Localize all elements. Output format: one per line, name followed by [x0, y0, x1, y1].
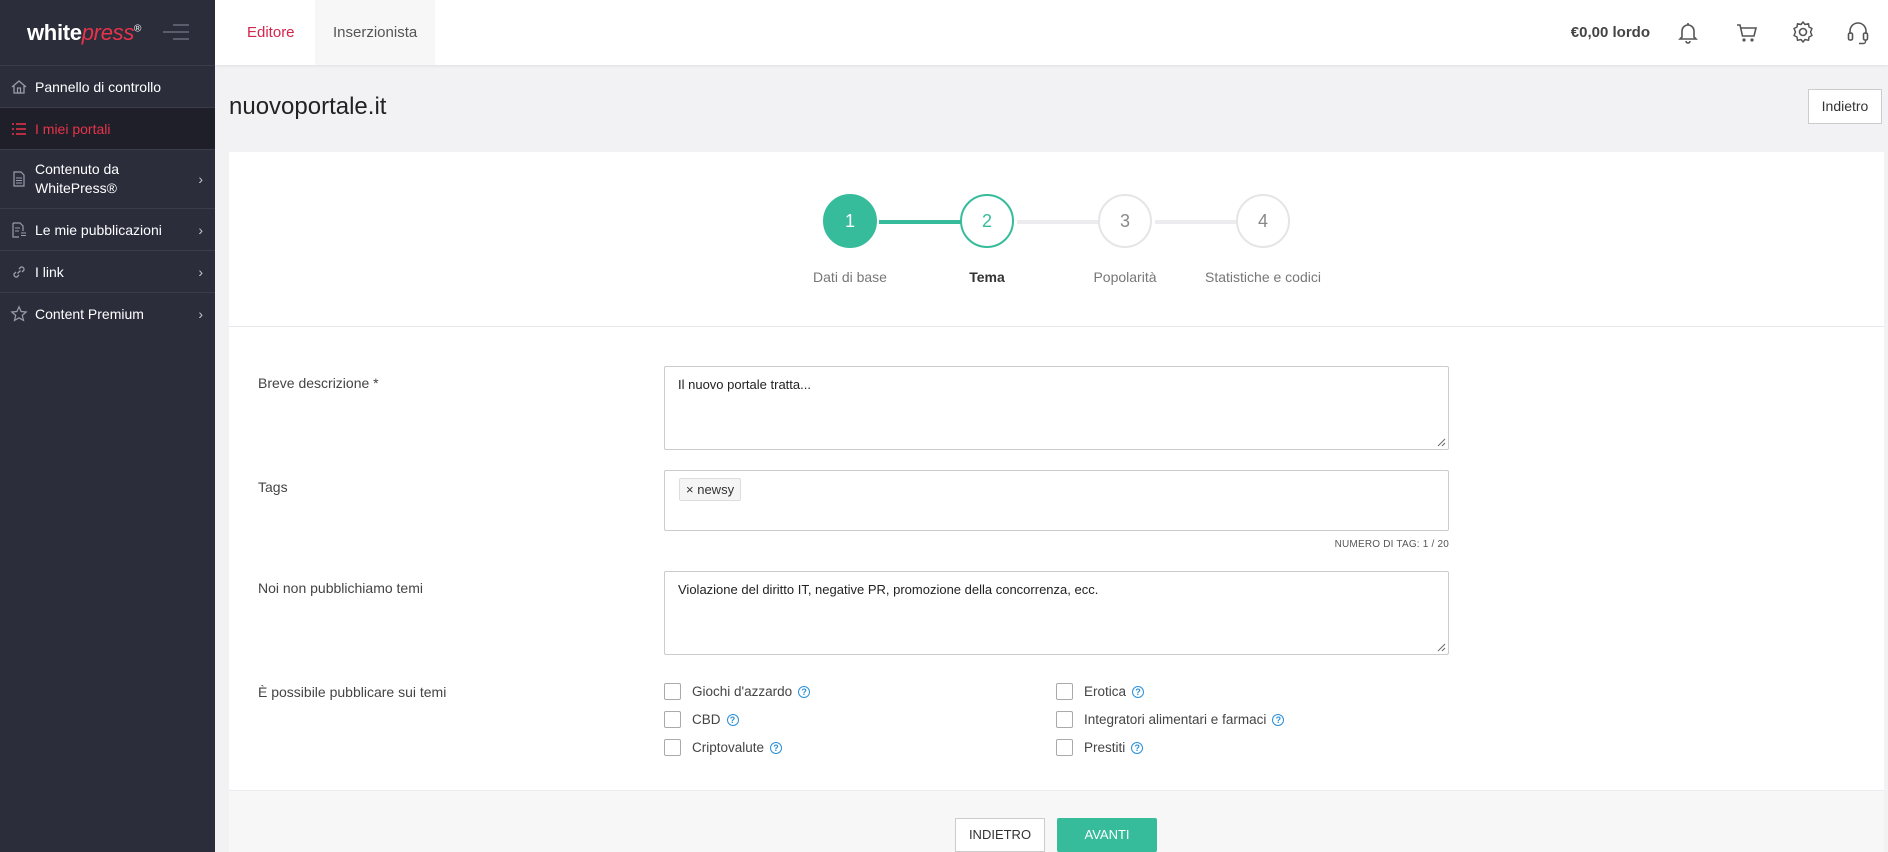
bell-icon[interactable] [1674, 18, 1702, 46]
description-label: Breve descrizione * [258, 375, 379, 391]
option-cbd[interactable]: CBD ? [664, 711, 739, 728]
tag-chip[interactable]: × newsy [679, 478, 742, 501]
resize-grip-icon[interactable] [1436, 642, 1446, 652]
option-crypto[interactable]: Criptovalute ? [664, 739, 783, 756]
remove-tag-icon[interactable]: × [686, 482, 694, 497]
sidebar-item-my-portals[interactable]: I miei portali [0, 107, 215, 149]
logo-bar: whitepress® [0, 0, 215, 65]
description-value: Il nuovo portale tratta... [678, 377, 811, 392]
option-label: Integratori alimentari e farmaci [1084, 712, 1267, 727]
checkbox[interactable] [1056, 683, 1073, 700]
resize-grip-icon[interactable] [1436, 437, 1446, 447]
tag-counter: NUMERO DI TAG: 1 / 20 [1334, 539, 1449, 550]
option-label: Criptovalute [692, 740, 765, 755]
tag-chip-label: newsy [697, 482, 735, 497]
chevron-right-icon: › [198, 221, 203, 238]
tab-editore[interactable]: Editore [229, 0, 313, 65]
sidebar-item-label: I miei portali [35, 120, 111, 137]
checkbox[interactable] [664, 711, 681, 728]
step-1-label: Dati di base [813, 269, 887, 285]
chevron-right-icon: › [198, 170, 203, 187]
excluded-themes-value: Violazione del diritto IT, negative PR, … [678, 582, 1099, 597]
help-icon[interactable]: ? [726, 713, 739, 726]
link-icon [13, 265, 25, 278]
description-textarea[interactable]: Il nuovo portale tratta... [664, 366, 1449, 450]
sidebar-item-content-premium[interactable]: Content Premium › [0, 292, 215, 334]
sidebar-item-label: Content Premium [35, 305, 144, 322]
option-loans[interactable]: Prestiti ? [1056, 739, 1144, 756]
tab-label: Inserzionista [333, 24, 418, 41]
logo-registered-mark: ® [134, 23, 142, 35]
next-button[interactable]: AVANTI [1057, 818, 1157, 852]
form-footer: INDIETRO AVANTI [229, 790, 1884, 852]
step-2-label: Tema [969, 269, 1005, 285]
step-3-circle: 3 [1098, 194, 1152, 248]
tab-inserzionista[interactable]: Inserzionista [315, 0, 436, 65]
logo-text-press: press [81, 19, 135, 45]
star-icon [10, 304, 28, 322]
sidebar-item-label: Pannello di controllo [35, 78, 162, 95]
tab-label: Editore [247, 24, 295, 41]
help-icon[interactable]: ? [1272, 713, 1285, 726]
publications-icon [12, 221, 26, 238]
option-label: Giochi d'azzardo [692, 684, 793, 699]
step-2-circle[interactable]: 2 [960, 194, 1014, 248]
help-icon[interactable]: ? [770, 741, 783, 754]
step-4-label: Statistiche e codici [1205, 269, 1321, 285]
gear-icon[interactable] [1789, 18, 1817, 46]
step-3-label: Popolarità [1093, 269, 1157, 285]
sidebar-item-whitepress-content[interactable]: Contenuto da WhitePress® › [0, 149, 215, 208]
option-label: Erotica [1084, 684, 1127, 699]
option-label: CBD [692, 712, 721, 727]
balance-amount[interactable]: €0,00 lordo [1571, 0, 1650, 65]
option-gambling[interactable]: Giochi d'azzardo ? [664, 683, 811, 700]
topbar: Editore Inserzionista €0,00 lordo [215, 0, 1888, 65]
home-icon [11, 79, 27, 94]
sidebar-item-label: Contenuto da WhitePress® [35, 161, 120, 196]
allowed-themes-label: È possibile pubblicare sui temi [258, 684, 447, 700]
excluded-themes-textarea[interactable]: Violazione del diritto IT, negative PR, … [664, 571, 1449, 655]
sidebar: whitepress® Pannello di controllo I miei… [0, 0, 215, 852]
tags-input[interactable]: × newsy [664, 470, 1449, 531]
option-label: Prestiti [1084, 740, 1126, 755]
option-supplements[interactable]: Integratori alimentari e farmaci ? [1056, 711, 1285, 728]
help-icon[interactable]: ? [1132, 685, 1145, 698]
form-card: 1 2 3 4 Dati di base Tema Popolarità Sta… [229, 152, 1884, 852]
step-connector [1155, 220, 1239, 224]
sidebar-item-label: I link [35, 263, 64, 280]
help-icon[interactable]: ? [1131, 741, 1144, 754]
chevron-right-icon: › [198, 305, 203, 322]
list-icon [12, 122, 26, 135]
step-1-circle[interactable]: 1 [823, 194, 877, 248]
step-4-circle: 4 [1236, 194, 1290, 248]
cart-icon[interactable] [1733, 18, 1761, 46]
back-button-top[interactable]: Indietro [1808, 89, 1882, 124]
logo-text-white: white [27, 19, 82, 45]
checkbox[interactable] [664, 683, 681, 700]
document-icon [13, 171, 25, 187]
checkbox[interactable] [1056, 739, 1073, 756]
menu-toggle-icon[interactable] [163, 24, 189, 40]
sidebar-item-links[interactable]: I link › [0, 250, 215, 292]
chevron-right-icon: › [198, 263, 203, 280]
step-connector [1017, 220, 1101, 224]
option-erotica[interactable]: Erotica ? [1056, 683, 1145, 700]
sidebar-item-my-publications[interactable]: Le mie pubblicazioni › [0, 208, 215, 250]
back-button[interactable]: INDIETRO [955, 818, 1045, 852]
excluded-themes-label: Noi non pubblichiamo temi [258, 580, 423, 596]
help-icon[interactable]: ? [798, 685, 811, 698]
whitepress-logo[interactable]: whitepress® [27, 20, 141, 46]
step-connector-complete [879, 220, 963, 224]
sidebar-item-label: Le mie pubblicazioni [35, 221, 162, 238]
headset-icon[interactable] [1844, 18, 1872, 46]
sidebar-item-dashboard[interactable]: Pannello di controllo [0, 65, 215, 107]
checkbox[interactable] [1056, 711, 1073, 728]
stepper: 1 2 3 4 Dati di base Tema Popolarità Sta… [229, 152, 1884, 327]
tags-label: Tags [258, 479, 288, 495]
page-title: nuovoportale.it [229, 93, 387, 120]
checkbox[interactable] [664, 739, 681, 756]
